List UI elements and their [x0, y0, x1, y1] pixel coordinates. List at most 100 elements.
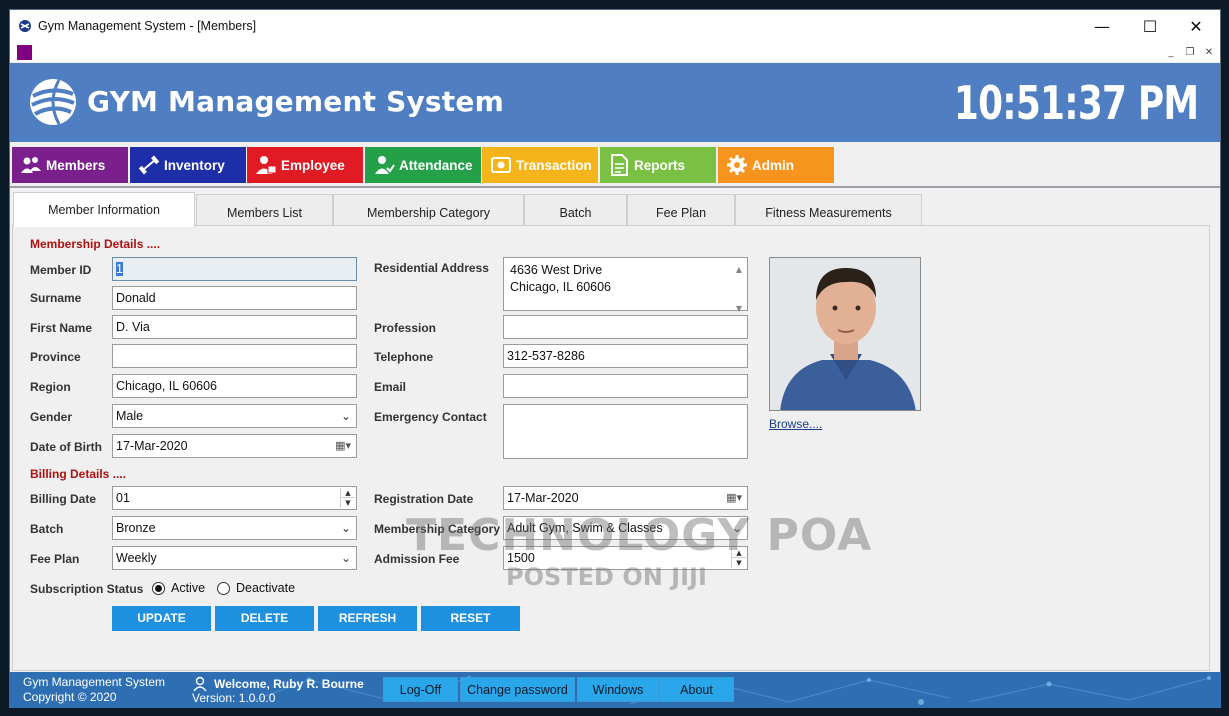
nav-transaction[interactable]: Transaction — [482, 147, 598, 183]
surname-field[interactable]: Donald — [112, 286, 357, 310]
nav-reports[interactable]: Reports — [600, 147, 716, 183]
province-label: Province — [30, 350, 81, 364]
fee-plan-select[interactable]: Weekly ⌄ — [112, 546, 357, 570]
gender-value: Male — [116, 409, 144, 423]
billing-date-stepper[interactable]: 01 ▲ ▼ — [112, 486, 357, 510]
tab-membership-category[interactable]: Membership Category — [333, 194, 524, 226]
address-line1: 4636 West Drive — [510, 263, 603, 277]
mdi-close-icon[interactable]: ✕ — [1200, 44, 1218, 61]
clock: 10:51:37 PM — [953, 76, 1199, 130]
dob-datepicker[interactable]: 17-Mar-2020 ▦▾ — [112, 434, 357, 458]
nav-admin[interactable]: Admin — [718, 147, 834, 183]
nav-transaction-label: Transaction — [516, 157, 592, 173]
tab-fitness-measurements[interactable]: Fitness Measurements — [735, 194, 922, 226]
subscription-status-label: Subscription Status — [30, 582, 144, 596]
globe-logo-icon — [30, 79, 76, 125]
gear-icon — [726, 154, 748, 176]
member-portrait-image — [770, 258, 920, 410]
first-name-label: First Name — [30, 321, 93, 335]
transaction-icon — [490, 154, 512, 176]
title-bar: Gym Management System - [Members] — ☐ ✕ — [10, 10, 1220, 44]
nav-inventory[interactable]: Inventory — [130, 147, 246, 183]
dumbbell-icon — [138, 154, 160, 176]
app-header: GYM Management System 10:51:37 PM — [10, 63, 1220, 142]
nav-members-label: Members — [46, 157, 106, 173]
reset-button[interactable]: RESET — [421, 606, 520, 631]
tab-fee-plan[interactable]: Fee Plan — [627, 194, 735, 226]
app-title: GYM Management System — [87, 85, 504, 118]
tab-strip: Member Information Members List Membersh… — [10, 192, 1220, 227]
batch-select[interactable]: Bronze ⌄ — [112, 516, 357, 540]
chevron-down-icon: ⌄ — [340, 409, 351, 423]
member-id-label: Member ID — [30, 263, 92, 277]
tab-member-information[interactable]: Member Information — [13, 192, 195, 227]
subscription-deactivate-label: Deactivate — [236, 581, 296, 595]
chevron-down-icon: ⌄ — [340, 551, 351, 565]
billing-date-value: 01 — [116, 491, 130, 505]
gender-select[interactable]: Male ⌄ — [112, 404, 357, 428]
first-name-field[interactable]: D. Via — [112, 315, 357, 339]
profession-field[interactable] — [503, 315, 748, 339]
billing-date-label: Billing Date — [30, 492, 97, 506]
email-field[interactable] — [503, 374, 748, 398]
spin-down-icon[interactable]: ▼ — [341, 498, 355, 508]
calendar-icon[interactable]: ▦▾ — [726, 491, 742, 504]
billing-section-title: Billing Details .... — [30, 467, 127, 481]
app-icon — [19, 20, 31, 32]
tab-members-list[interactable]: Members List — [196, 194, 333, 226]
gender-label: Gender — [30, 410, 73, 424]
logoff-button[interactable]: Log-Off — [383, 677, 458, 702]
close-icon[interactable]: ✕ — [1174, 14, 1218, 40]
nav-members[interactable]: Members — [12, 147, 128, 183]
windows-button[interactable]: Windows — [577, 677, 659, 702]
telephone-label: Telephone — [374, 350, 434, 364]
dob-label: Date of Birth — [30, 440, 102, 454]
nav-employee-label: Employee — [281, 157, 345, 173]
update-button[interactable]: UPDATE — [112, 606, 211, 631]
province-field[interactable] — [112, 344, 357, 368]
mdi-restore-icon[interactable]: ❐ — [1181, 44, 1199, 61]
delete-button[interactable]: DELETE — [215, 606, 314, 631]
batch-label: Batch — [30, 522, 64, 536]
mdi-minimize-icon[interactable]: _ — [1162, 44, 1180, 61]
address-textarea[interactable]: 4636 West Drive Chicago, IL 60606 ▲ ▼ — [503, 257, 748, 313]
address-line2: Chicago, IL 60606 — [510, 280, 612, 294]
about-button[interactable]: About — [659, 677, 734, 702]
mdi-child-icon — [17, 45, 32, 60]
nav-employee[interactable]: Employee — [247, 147, 363, 183]
calendar-icon[interactable]: ▦▾ — [335, 439, 351, 452]
membership-section-title: Membership Details .... — [30, 237, 161, 251]
subscription-deactivate-radio[interactable]: Deactivate — [217, 581, 295, 595]
registration-date-picker[interactable]: 17-Mar-2020 ▦▾ — [503, 486, 748, 510]
window-title: Gym Management System - [Members] — [38, 19, 257, 33]
nav-reports-label: Reports — [634, 157, 686, 173]
fee-plan-value: Weekly — [116, 551, 157, 565]
minimize-icon[interactable]: — — [1080, 14, 1124, 40]
textarea-scrollbar[interactable]: ▲ ▼ — [732, 259, 746, 313]
tab-batch[interactable]: Batch — [524, 194, 627, 226]
registration-date-label: Registration Date — [374, 492, 474, 506]
spin-up-icon[interactable]: ▲ — [341, 488, 355, 498]
attendance-icon — [373, 154, 395, 176]
address-label: Residential Address — [374, 261, 489, 275]
radio-unselected-icon — [217, 581, 230, 595]
subscription-active-radio[interactable]: Active — [152, 581, 205, 595]
employee-icon — [255, 154, 277, 176]
member-id-field[interactable]: 1 — [112, 257, 357, 281]
telephone-field[interactable]: 312-537-8286 — [503, 344, 748, 368]
watermark-line2: POSTED ON JIJI — [506, 563, 707, 591]
change-password-button[interactable]: Change password — [460, 677, 575, 702]
surname-label: Surname — [30, 291, 82, 305]
refresh-button[interactable]: REFRESH — [318, 606, 417, 631]
nav-attendance-label: Attendance — [399, 157, 473, 173]
emergency-textarea[interactable] — [503, 404, 748, 459]
watermark-line1: TECHNOLOGY POA — [406, 510, 873, 561]
members-icon — [20, 154, 42, 176]
billing-date-spin[interactable]: ▲ ▼ — [340, 488, 355, 508]
nav-attendance[interactable]: Attendance — [365, 147, 481, 183]
nav-admin-label: Admin — [752, 157, 794, 173]
member-photo — [769, 257, 921, 411]
region-field[interactable]: Chicago, IL 60606 — [112, 374, 357, 398]
maximize-icon[interactable]: ☐ — [1128, 14, 1172, 40]
browse-photo-link[interactable]: Browse.... — [769, 417, 822, 431]
